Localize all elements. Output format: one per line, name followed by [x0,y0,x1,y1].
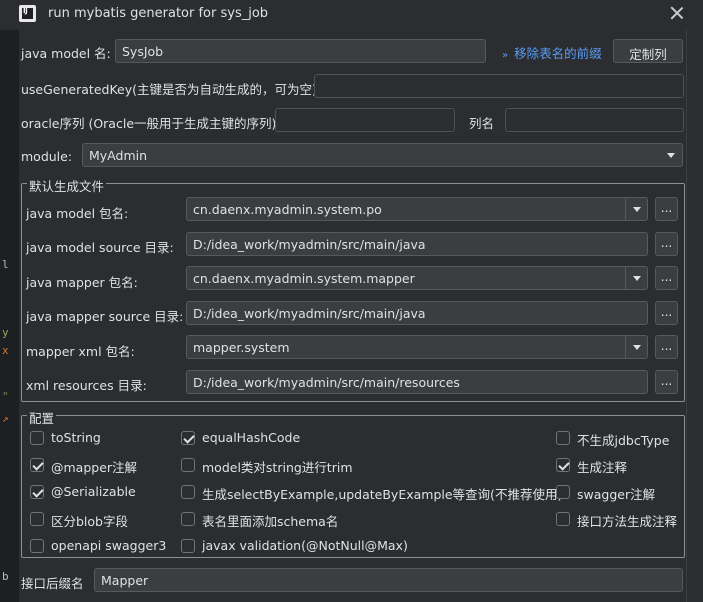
editor-glyph: y [2,326,9,339]
browse-label: ... [660,305,673,319]
checkbox-box [181,458,195,472]
option-label: javax validation(@NotNull@Max) [202,538,408,553]
option-label: @mapper注解 [51,460,138,475]
chevron-down-icon [660,144,682,166]
option-label: 区分blob字段 [51,514,128,529]
interface-suffix-input[interactable]: Mapper [94,568,683,592]
checkbox-box [30,431,44,445]
module-label: module: [21,149,73,164]
module-select[interactable]: MyAdmin [82,143,683,167]
editor-glyph: b [2,570,9,583]
dialog-scrollbar-area[interactable] [686,30,703,602]
checkbox-box [30,512,44,526]
checkbox-box [556,458,570,472]
checkbox-box [556,485,570,499]
browse-mapper-xml-package-button[interactable]: ... [655,335,678,359]
chevron-down-icon [625,198,647,220]
checkbox-box [181,485,195,499]
browse-label: ... [660,339,673,353]
java-mapper-package-label: java mapper 包名: [26,275,138,290]
java-mapper-package-value: cn.daenx.myadmin.system.mapper [193,271,415,286]
intellij-app-icon [19,5,36,22]
mapper-xml-package-select[interactable]: mapper.system [186,335,648,359]
customize-columns-label: 定制列 [629,47,667,62]
browse-label: ... [660,236,673,250]
column-name-label: 列名 [469,116,495,131]
option-label: equalHashCode [202,430,301,445]
checkbox-box [556,512,570,526]
column-name-input[interactable] [505,108,684,132]
remove-table-prefix-link[interactable]: » 移除表名的前缀 [502,43,602,62]
use-generated-key-input[interactable] [314,74,684,98]
java-mapper-source-value: D:/idea_work/myadmin/src/main/java [193,306,426,321]
option-label: 生成注释 [577,460,628,475]
mapper-xml-package-label: mapper xml 包名: [26,344,135,359]
java-model-name-label: java model 名: [21,46,111,61]
option-label: 表名里面添加schema名 [202,514,339,529]
xml-resources-label: xml resources 目录: [26,378,147,393]
browse-java-mapper-source-button[interactable]: ... [655,301,678,325]
checkbox-box [30,458,44,472]
option-label: model类对string进行trim [202,460,353,475]
java-model-source-input[interactable]: D:/idea_work/myadmin/src/main/java [186,232,648,256]
browse-java-model-source-button[interactable]: ... [655,232,678,256]
default-files-group-title: 默认生成文件 [27,176,107,195]
option-label: swagger注解 [577,487,656,502]
title-bar: run mybatis generator for sys_job [0,0,703,30]
chevron-down-icon [625,267,647,289]
checkbox-box [30,539,44,553]
checkbox-box [556,431,570,445]
editor-gutter-strip: l y x " ↗ b [0,30,19,602]
double-chevron-icon: » [502,50,509,61]
option-label: 不生成jdbcType [577,433,670,448]
browse-java-model-package-button[interactable]: ... [655,197,678,221]
java-mapper-source-input[interactable]: D:/idea_work/myadmin/src/main/java [186,301,648,325]
use-generated-key-label: useGeneratedKey(主键是否为自动生成的，可为空): [21,82,322,97]
interface-suffix-label: 接口后缀名 [21,576,84,591]
customize-columns-button[interactable]: 定制列 [613,39,683,63]
window-title: run mybatis generator for sys_job [48,6,269,21]
interface-suffix-value: Mapper [101,573,149,588]
java-model-package-select[interactable]: cn.daenx.myadmin.system.po [186,197,648,221]
oracle-sequence-label: oracle序列 (Oracle一般用于生成主键的序列) [21,116,277,131]
config-group-title: 配置 [27,408,57,427]
editor-glyph: ↗ [2,412,9,425]
java-model-name-value: SysJob [122,44,164,59]
checkbox-box [181,431,195,445]
java-mapper-package-select[interactable]: cn.daenx.myadmin.system.mapper [186,266,648,290]
java-model-source-label: java model source 目录: [26,240,174,255]
browse-label: ... [660,270,673,284]
java-model-package-value: cn.daenx.myadmin.system.po [193,202,382,217]
option-label: 接口方法生成注释 [577,514,678,529]
java-model-name-input[interactable]: SysJob [115,39,486,63]
java-model-source-value: D:/idea_work/myadmin/src/main/java [193,237,426,252]
checkbox-box [181,512,195,526]
editor-glyph: " [2,390,9,403]
mapper-xml-package-value: mapper.system [193,340,290,355]
chevron-down-icon [625,336,647,358]
java-model-package-label: java model 包名: [26,206,129,221]
module-selected-value: MyAdmin [89,148,148,163]
editor-glyph: l [2,258,9,271]
browse-xml-resources-button[interactable]: ... [655,370,678,394]
browse-label: ... [660,374,673,388]
editor-glyph: x [2,344,9,357]
java-mapper-source-label: java mapper source 目录: [26,309,184,324]
option-label: toString [51,430,101,445]
option-label: @Serializable [51,484,136,499]
xml-resources-input[interactable]: D:/idea_work/myadmin/src/main/resources [186,370,648,394]
option-label: 生成selectByExample,updateByExample等查询(不推荐… [202,487,563,502]
browse-java-mapper-package-button[interactable]: ... [655,266,678,290]
checkbox-box [30,485,44,499]
browse-label: ... [660,201,673,215]
close-icon[interactable] [668,4,686,22]
oracle-sequence-input[interactable] [275,108,455,132]
remove-table-prefix-label: 移除表名的前缀 [514,46,602,61]
checkbox-box [181,539,195,553]
option-label: openapi swagger3 [51,538,167,553]
xml-resources-value: D:/idea_work/myadmin/src/main/resources [193,375,460,390]
